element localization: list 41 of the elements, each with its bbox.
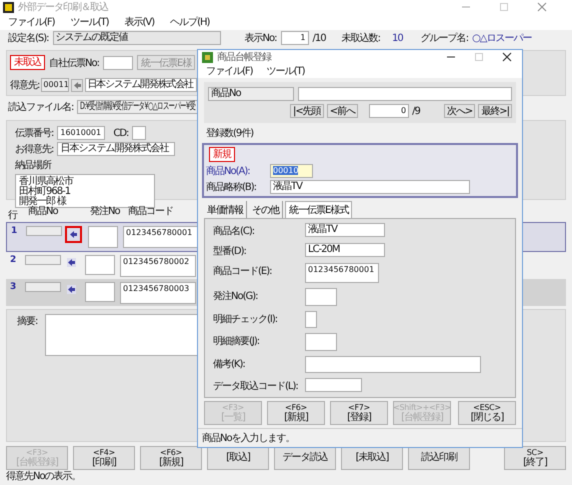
column-header: 行 (8, 209, 18, 222)
dialog-title: 商品台帳登録 (217, 50, 272, 64)
group-name: ○△ロスーパー (472, 32, 532, 45)
memo-label: 摘要: (17, 314, 38, 328)
product-no-label: 商品No(A): (206, 164, 251, 178)
position-total: /9 (412, 106, 420, 116)
field-label: 型番(D): (213, 244, 247, 258)
product-code-cell: 0123456780001 (123, 226, 199, 248)
pending-count: 10 (392, 32, 403, 44)
field-label: 明細摘要(J): (213, 334, 260, 348)
field-label: データ取込コード(L): (213, 380, 299, 393)
customer-label: お得意先: (15, 142, 54, 156)
display-total: /10 (312, 32, 326, 44)
group-label: グループ名: (420, 32, 468, 45)
delivery-label: 納品場所 (15, 158, 51, 172)
product-code-cell: 0123456780002 (120, 255, 196, 277)
pending-label: 未取込数: (342, 32, 380, 45)
cd-label: CD: (113, 128, 128, 138)
status-badge: 未取込 (10, 55, 45, 70)
slip-number-label: 伝票番号: (15, 126, 54, 140)
window-title: 外部データ印刷＆取込 (18, 0, 110, 14)
row-number: 3 (10, 282, 16, 292)
row-number: 1 (11, 226, 18, 236)
slip-no-label: 自社伝票No: (49, 56, 99, 70)
field-label: 明細チェック(I): (213, 313, 278, 326)
short-name-label: 商品略称(B): (206, 180, 258, 194)
field-label: 商品名(C): (213, 224, 256, 238)
status-text: 得意先Noの表示。 (5, 470, 82, 483)
dialog-status-text: 商品Noを入力します。 (198, 428, 522, 447)
field-label: 発注No(G): (213, 290, 259, 303)
display-no-label: 表示No: (244, 32, 276, 45)
record-count: 登録数(9件) (206, 127, 254, 140)
row-number: 2 (10, 255, 16, 265)
column-header: 商品No (28, 206, 59, 219)
field-label: 備考(K): (213, 358, 246, 371)
setting-label: 設定名(S): (8, 32, 49, 45)
field-label: 商品コード(E): (213, 264, 272, 278)
file-label: 読込ファイル名: (8, 100, 74, 114)
mode-badge: 新規 (209, 147, 235, 162)
customer-label: 得意先: (10, 78, 40, 92)
product-code-cell: 0123456780003 (120, 282, 196, 304)
